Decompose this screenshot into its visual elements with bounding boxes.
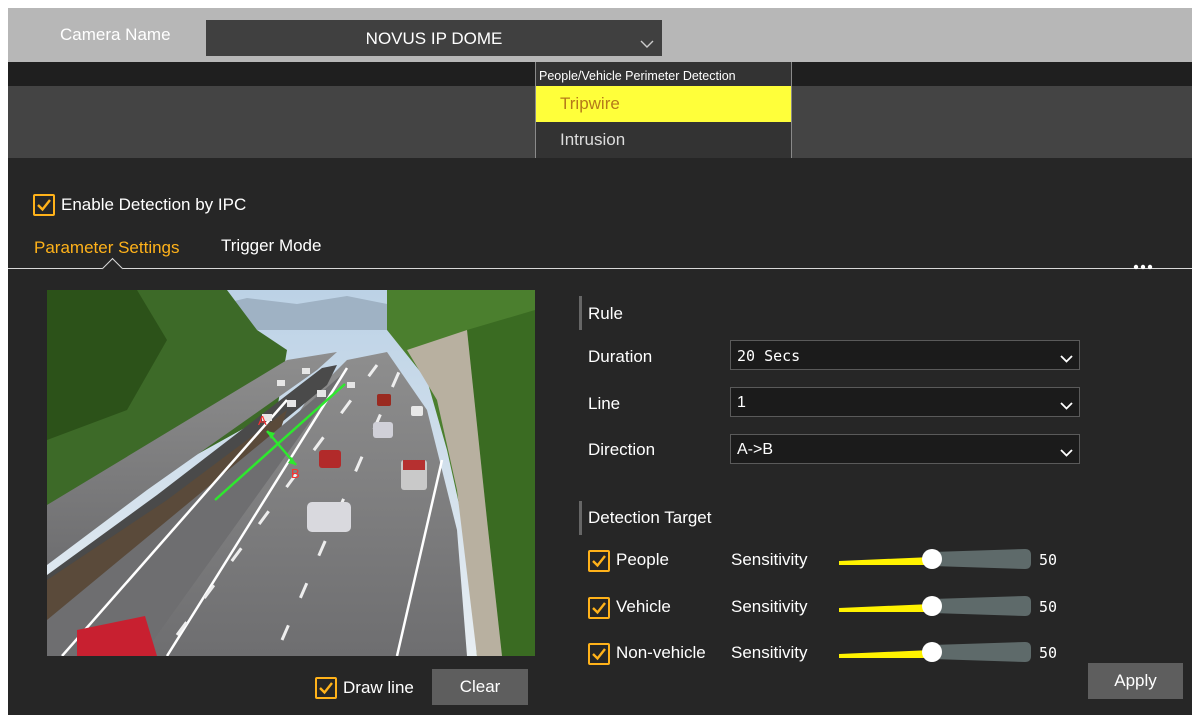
tab-parameter-settings[interactable]: Parameter Settings	[34, 238, 180, 258]
draw-line-label: Draw line	[343, 678, 414, 697]
target-checkbox-non-vehicle[interactable]	[588, 643, 610, 665]
detection-type-menu: People/Vehicle Perimeter Detection Tripw…	[535, 62, 792, 158]
direction-value: A->B	[737, 441, 774, 458]
enable-detection-checkbox[interactable]	[33, 194, 55, 216]
duration-label: Duration	[588, 347, 653, 366]
checkmark-icon	[592, 555, 606, 568]
line-value: 1	[737, 394, 746, 411]
menu-item-tripwire[interactable]: Tripwire	[536, 86, 791, 122]
camera-name-value: NOVUS IP DOME	[365, 29, 503, 48]
draw-line-checkbox[interactable]	[315, 677, 337, 699]
checkmark-icon	[592, 648, 606, 661]
target-label: People	[616, 550, 669, 569]
target-label: Non-vehicle	[616, 643, 706, 662]
checkmark-icon	[37, 199, 51, 212]
slider-thumb	[922, 549, 942, 569]
duration-select[interactable]: 20 Secs	[730, 340, 1080, 370]
rule-section-title: Rule	[588, 304, 623, 323]
detection-target-title: Detection Target	[588, 508, 712, 527]
line-endpoint-b: B	[291, 466, 300, 481]
chevron-down-icon	[1060, 350, 1073, 368]
camera-name-label: Camera Name	[60, 25, 171, 44]
camera-bar: Camera Name NOVUS IP DOME	[8, 8, 1192, 62]
more-horizontal-icon[interactable]	[1133, 257, 1153, 273]
sensitivity-slider[interactable]	[835, 640, 1031, 662]
line-endpoint-a: A	[258, 413, 267, 428]
sensitivity-value: 50	[1039, 598, 1058, 616]
checkmark-icon	[592, 602, 606, 615]
chevron-down-icon	[1060, 397, 1073, 415]
app-window: Camera Name NOVUS IP DOME People/Vehicle…	[8, 8, 1192, 715]
target-checkbox-people[interactable]	[588, 550, 610, 572]
sensitivity-value: 50	[1039, 644, 1058, 662]
sensitivity-slider[interactable]	[835, 547, 1031, 569]
sensitivity-value: 50	[1039, 551, 1058, 569]
menu-group-label: People/Vehicle Perimeter Detection	[539, 69, 736, 83]
apply-button[interactable]: Apply	[1088, 663, 1183, 699]
slider-thumb	[922, 596, 942, 616]
checkmark-icon	[319, 682, 333, 695]
chevron-down-icon	[640, 34, 654, 54]
rule-section-marker	[579, 296, 582, 330]
sensitivity-label: Sensitivity	[731, 597, 808, 616]
target-checkbox-vehicle[interactable]	[588, 597, 610, 619]
tab-divider	[8, 268, 1192, 269]
menu-item-label: Tripwire	[560, 94, 620, 113]
target-label: Vehicle	[616, 597, 671, 616]
sensitivity-label: Sensitivity	[731, 550, 808, 569]
sensitivity-slider[interactable]	[835, 594, 1031, 616]
direction-label: Direction	[588, 440, 656, 459]
enable-detection-label: Enable Detection by IPC	[61, 195, 247, 214]
tab-trigger-mode[interactable]: Trigger Mode	[221, 236, 321, 256]
menu-item-label: Intrusion	[560, 130, 626, 149]
camera-preview[interactable]: A B	[47, 290, 535, 656]
menu-item-intrusion[interactable]: Intrusion	[536, 122, 791, 158]
chevron-down-icon	[1060, 444, 1073, 462]
detection-target-section-marker	[579, 501, 582, 535]
slider-thumb	[922, 642, 942, 662]
active-tab-indicator	[101, 257, 124, 280]
clear-button[interactable]: Clear	[432, 669, 528, 705]
camera-name-select[interactable]: NOVUS IP DOME	[206, 20, 662, 56]
line-label: Line	[588, 394, 621, 413]
duration-value: 20 Secs	[737, 347, 801, 365]
line-select[interactable]: 1	[730, 387, 1080, 417]
sensitivity-label: Sensitivity	[731, 643, 808, 662]
direction-select[interactable]: A->B	[730, 434, 1080, 464]
